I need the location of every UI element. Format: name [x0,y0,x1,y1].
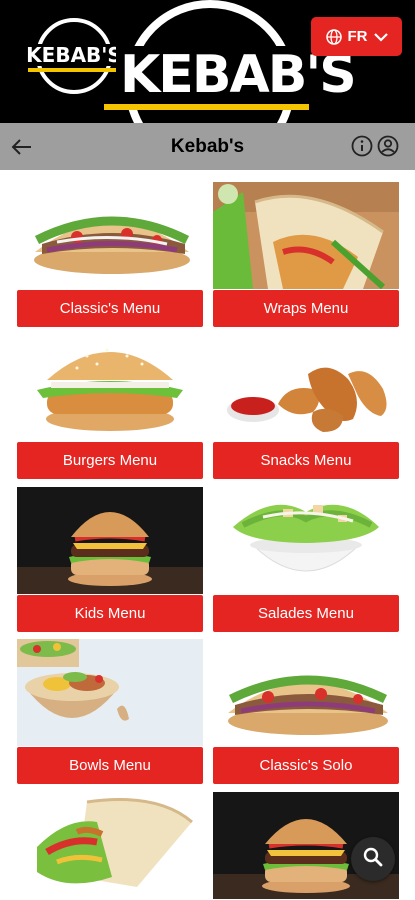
menu-card-label: Classic's Solo [213,747,399,784]
brand-logo-small: KEBAB'S [24,18,124,100]
menu-card-label: Wraps Menu [213,290,399,327]
menu-card-label: Classic's Menu [17,290,203,327]
wrap-image [213,182,399,289]
menu-card-bowls-menu[interactable]: Bowls Menu [17,639,203,784]
menu-card-wraps-menu[interactable]: Wraps Menu [213,182,399,327]
menu-card-classics-menu[interactable]: Classic's Menu [17,182,203,327]
chevron-down-icon [373,32,388,42]
globe-icon [325,28,342,45]
menu-card-wrap-solo[interactable] [17,792,203,900]
menu-card-burgers-menu[interactable]: Burgers Menu [17,334,203,479]
menu-card-label: Bowls Menu [17,747,203,784]
kebab-sandwich-image [213,639,399,746]
kebab-sandwich-image [17,182,203,289]
restaurant-banner: KEBAB'S KEBAB'S FR [0,0,415,123]
bowls-image [17,639,203,746]
brand-logo-small-text: KEBAB'S [24,44,124,66]
language-label: FR [347,28,368,45]
search-button[interactable] [351,837,395,881]
menu-card-label: Snacks Menu [213,442,399,479]
wrap-image [17,792,203,899]
search-icon [362,846,384,873]
chicken-tenders-image [213,334,399,441]
menu-card-label: Kids Menu [17,595,203,632]
back-arrow-icon[interactable] [8,133,36,161]
salad-bowl-image [213,487,399,594]
user-account-icon[interactable] [377,135,399,157]
brand-logo-large-text: KEBAB'S [116,46,357,104]
menu-card-label: Salades Menu [213,595,399,632]
menu-card-classics-solo[interactable]: Classic's Solo [213,639,399,784]
app-screen: KEBAB'S KEBAB'S FR Kebab's Classic's Men… [0,0,415,900]
top-navigation-bar: Kebab's [0,123,415,170]
beef-burger-image [17,487,203,594]
menu-card-kids-menu[interactable]: Kids Menu [17,487,203,632]
chicken-burger-image [17,334,203,441]
language-selector-button[interactable]: FR [311,17,402,56]
menu-card-label: Burgers Menu [17,442,203,479]
menu-card-salades-menu[interactable]: Salades Menu [213,487,399,632]
info-icon[interactable] [351,135,373,157]
menu-card-snacks-menu[interactable]: Snacks Menu [213,334,399,479]
